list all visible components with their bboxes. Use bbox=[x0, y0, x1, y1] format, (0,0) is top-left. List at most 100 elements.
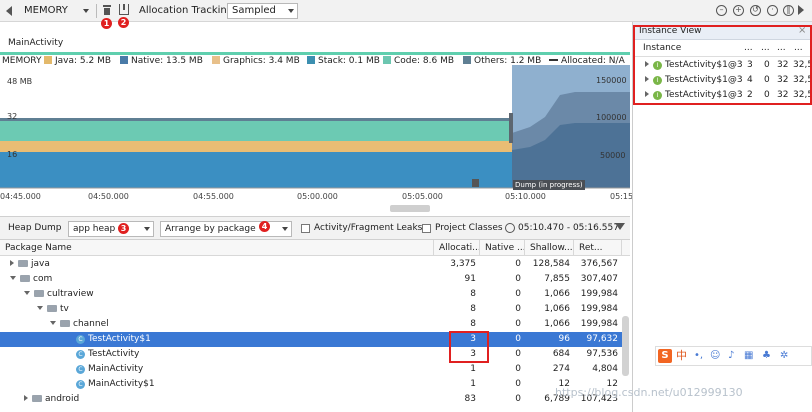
native-cell: 0 bbox=[515, 379, 521, 389]
package-name: android bbox=[45, 394, 80, 404]
heap-select[interactable]: app heap bbox=[68, 221, 154, 237]
allocation-tracking-select[interactable]: Sampled bbox=[227, 3, 298, 19]
alloc-cell: 1 bbox=[470, 364, 476, 374]
dump-heap-icon[interactable] bbox=[119, 4, 129, 15]
retained-cell: 199,984 bbox=[580, 289, 618, 299]
profiler-window: MEMORY 1 2 Allocation Tracking Sampled –… bbox=[0, 0, 812, 412]
retained-cell: 199,984 bbox=[580, 304, 618, 314]
marker-1: 1 bbox=[101, 18, 112, 29]
legend-native: Native: 13.5 MB bbox=[120, 55, 203, 67]
expand-icon[interactable] bbox=[24, 395, 28, 401]
class-table: Package Name Allocati... Native ... Shal… bbox=[0, 240, 630, 412]
reset-zoom-icon[interactable]: ↺ bbox=[750, 5, 761, 16]
arrange-select[interactable]: Arrange by package bbox=[160, 221, 292, 237]
java-swatch bbox=[44, 56, 52, 64]
col-shallow[interactable]: Shallow... bbox=[525, 240, 574, 256]
table-row[interactable]: android 83 0 6,789 107,423 bbox=[0, 392, 622, 407]
x-tick-2: 04:55.000 bbox=[193, 192, 234, 201]
shallow-cell: 96 bbox=[558, 334, 570, 344]
frame-selection-icon[interactable]: · bbox=[767, 5, 778, 16]
y-right-label-150000: 150000 bbox=[596, 76, 627, 85]
dump-annotation: Dump (in progress) bbox=[513, 180, 585, 190]
trash-marker-icon bbox=[472, 179, 479, 187]
legend-native-label: Native: 13.5 MB bbox=[131, 56, 203, 66]
goto-live-icon[interactable] bbox=[798, 5, 804, 15]
collapse-icon[interactable] bbox=[24, 291, 30, 295]
y-left-label-48: 48 MB bbox=[7, 77, 33, 86]
y-right-label-50000: 50000 bbox=[600, 151, 626, 160]
microphone-icon[interactable]: ♪ bbox=[728, 350, 734, 362]
marker-3: 3 bbox=[118, 223, 129, 234]
skin-icon[interactable]: ♣ bbox=[762, 350, 771, 362]
zoom-out-icon[interactable]: – bbox=[716, 5, 727, 16]
table-row-selected[interactable]: C TestActivity$1 3 0 96 97,632 bbox=[0, 332, 622, 347]
table-row[interactable]: channel 8 0 1,066 199,984 bbox=[0, 317, 622, 332]
time-range: 05:10.470 - 05:16.557 bbox=[518, 223, 619, 233]
emoji-icon[interactable]: ☺ bbox=[710, 350, 720, 362]
table-row[interactable]: tv 8 0 1,066 199,984 bbox=[0, 302, 622, 317]
ime-chinese-mode[interactable]: 中 bbox=[676, 349, 687, 363]
shallow-cell: 1,066 bbox=[544, 304, 570, 314]
row-name-cell: C TestActivity bbox=[76, 347, 434, 362]
ime-toolbar[interactable]: S 中 •, ☺ ♪ ▦ ♣ ✲ bbox=[655, 346, 812, 366]
alloc-cell: 1 bbox=[470, 379, 476, 389]
expand-icon[interactable] bbox=[10, 260, 14, 266]
profiler-label[interactable]: MEMORY bbox=[24, 0, 68, 22]
retained-cell: 199,984 bbox=[580, 319, 618, 329]
allocated-swatch bbox=[549, 59, 558, 61]
activity-leaks-checkbox[interactable] bbox=[301, 224, 310, 233]
table-row[interactable]: C MainActivity 1 0 274 4,804 bbox=[0, 362, 622, 377]
pause-icon[interactable]: ‖ bbox=[783, 5, 794, 16]
filter-icon[interactable] bbox=[615, 223, 625, 230]
clock-icon bbox=[505, 223, 515, 233]
code-swatch bbox=[383, 56, 391, 64]
keyboard-icon[interactable]: ▦ bbox=[744, 350, 753, 362]
marker-2: 2 bbox=[118, 17, 129, 28]
table-row[interactable]: C TestActivity 3 0 684 97,536 bbox=[0, 347, 622, 362]
legend-allocated-label: Allocated: N/A bbox=[561, 56, 625, 66]
table-row[interactable]: C MainActivity$1 1 0 12 12 bbox=[0, 377, 622, 392]
row-name-cell: cultraview bbox=[24, 287, 434, 302]
memory-chart[interactable]: MEMORY Java: 5.2 MB Native: 13.5 MB Grap… bbox=[0, 55, 630, 200]
x-tick-0: 04:45.000 bbox=[0, 192, 41, 201]
retained-cell: 376,567 bbox=[580, 259, 618, 269]
row-name-cell: C MainActivity bbox=[76, 362, 434, 377]
timeline-scrollbar[interactable] bbox=[390, 205, 430, 212]
marker-4: 4 bbox=[259, 221, 270, 232]
class-name: TestActivity bbox=[88, 349, 140, 359]
table-row[interactable]: cultraview 8 0 1,066 199,984 bbox=[0, 287, 622, 302]
col-allocations[interactable]: Allocati... bbox=[434, 240, 480, 256]
legend-code-label: Code: 8.6 MB bbox=[394, 56, 455, 66]
force-gc-trash-icon[interactable] bbox=[103, 5, 111, 15]
y-right-label-100000: 100000 bbox=[596, 113, 627, 122]
zoom-in-icon[interactable]: + bbox=[733, 5, 744, 16]
collapse-icon[interactable] bbox=[37, 306, 43, 310]
col-native[interactable]: Native ... bbox=[480, 240, 525, 256]
collapse-icon[interactable] bbox=[10, 276, 16, 280]
back-icon[interactable] bbox=[6, 6, 12, 16]
class-icon: C bbox=[76, 350, 85, 359]
table-scrollbar[interactable] bbox=[622, 316, 629, 376]
java-area bbox=[0, 141, 512, 152]
legend-stack-label: Stack: 0.1 MB bbox=[318, 56, 380, 66]
shallow-cell: 684 bbox=[552, 349, 570, 359]
col-package-name[interactable]: Package Name bbox=[0, 240, 434, 256]
col-retained[interactable]: Ret... bbox=[574, 240, 622, 256]
native-cell: 0 bbox=[515, 289, 521, 299]
punctuation-icon[interactable]: •, bbox=[694, 350, 703, 362]
package-name: com bbox=[33, 274, 53, 284]
divider bbox=[96, 4, 97, 18]
table-row[interactable]: java 3,375 0 128,584 376,567 bbox=[0, 257, 622, 272]
row-name-cell: java bbox=[10, 257, 434, 272]
table-header: Package Name Allocati... Native ... Shal… bbox=[0, 240, 630, 256]
heap-dump-toolbar: Heap Dump app heap 3 Arrange by package … bbox=[0, 216, 630, 240]
project-classes-checkbox[interactable] bbox=[422, 224, 431, 233]
row-name-cell: android bbox=[24, 392, 434, 407]
legend-graphics-label: Graphics: 3.4 MB bbox=[223, 56, 300, 66]
highlight-box-instances bbox=[633, 25, 812, 105]
profiler-dropdown-icon[interactable] bbox=[83, 9, 89, 13]
native-cell: 0 bbox=[515, 394, 521, 404]
collapse-icon[interactable] bbox=[50, 321, 56, 325]
toolbox-icon[interactable]: ✲ bbox=[780, 350, 788, 362]
table-row[interactable]: com 91 0 7,855 307,407 bbox=[0, 272, 622, 287]
